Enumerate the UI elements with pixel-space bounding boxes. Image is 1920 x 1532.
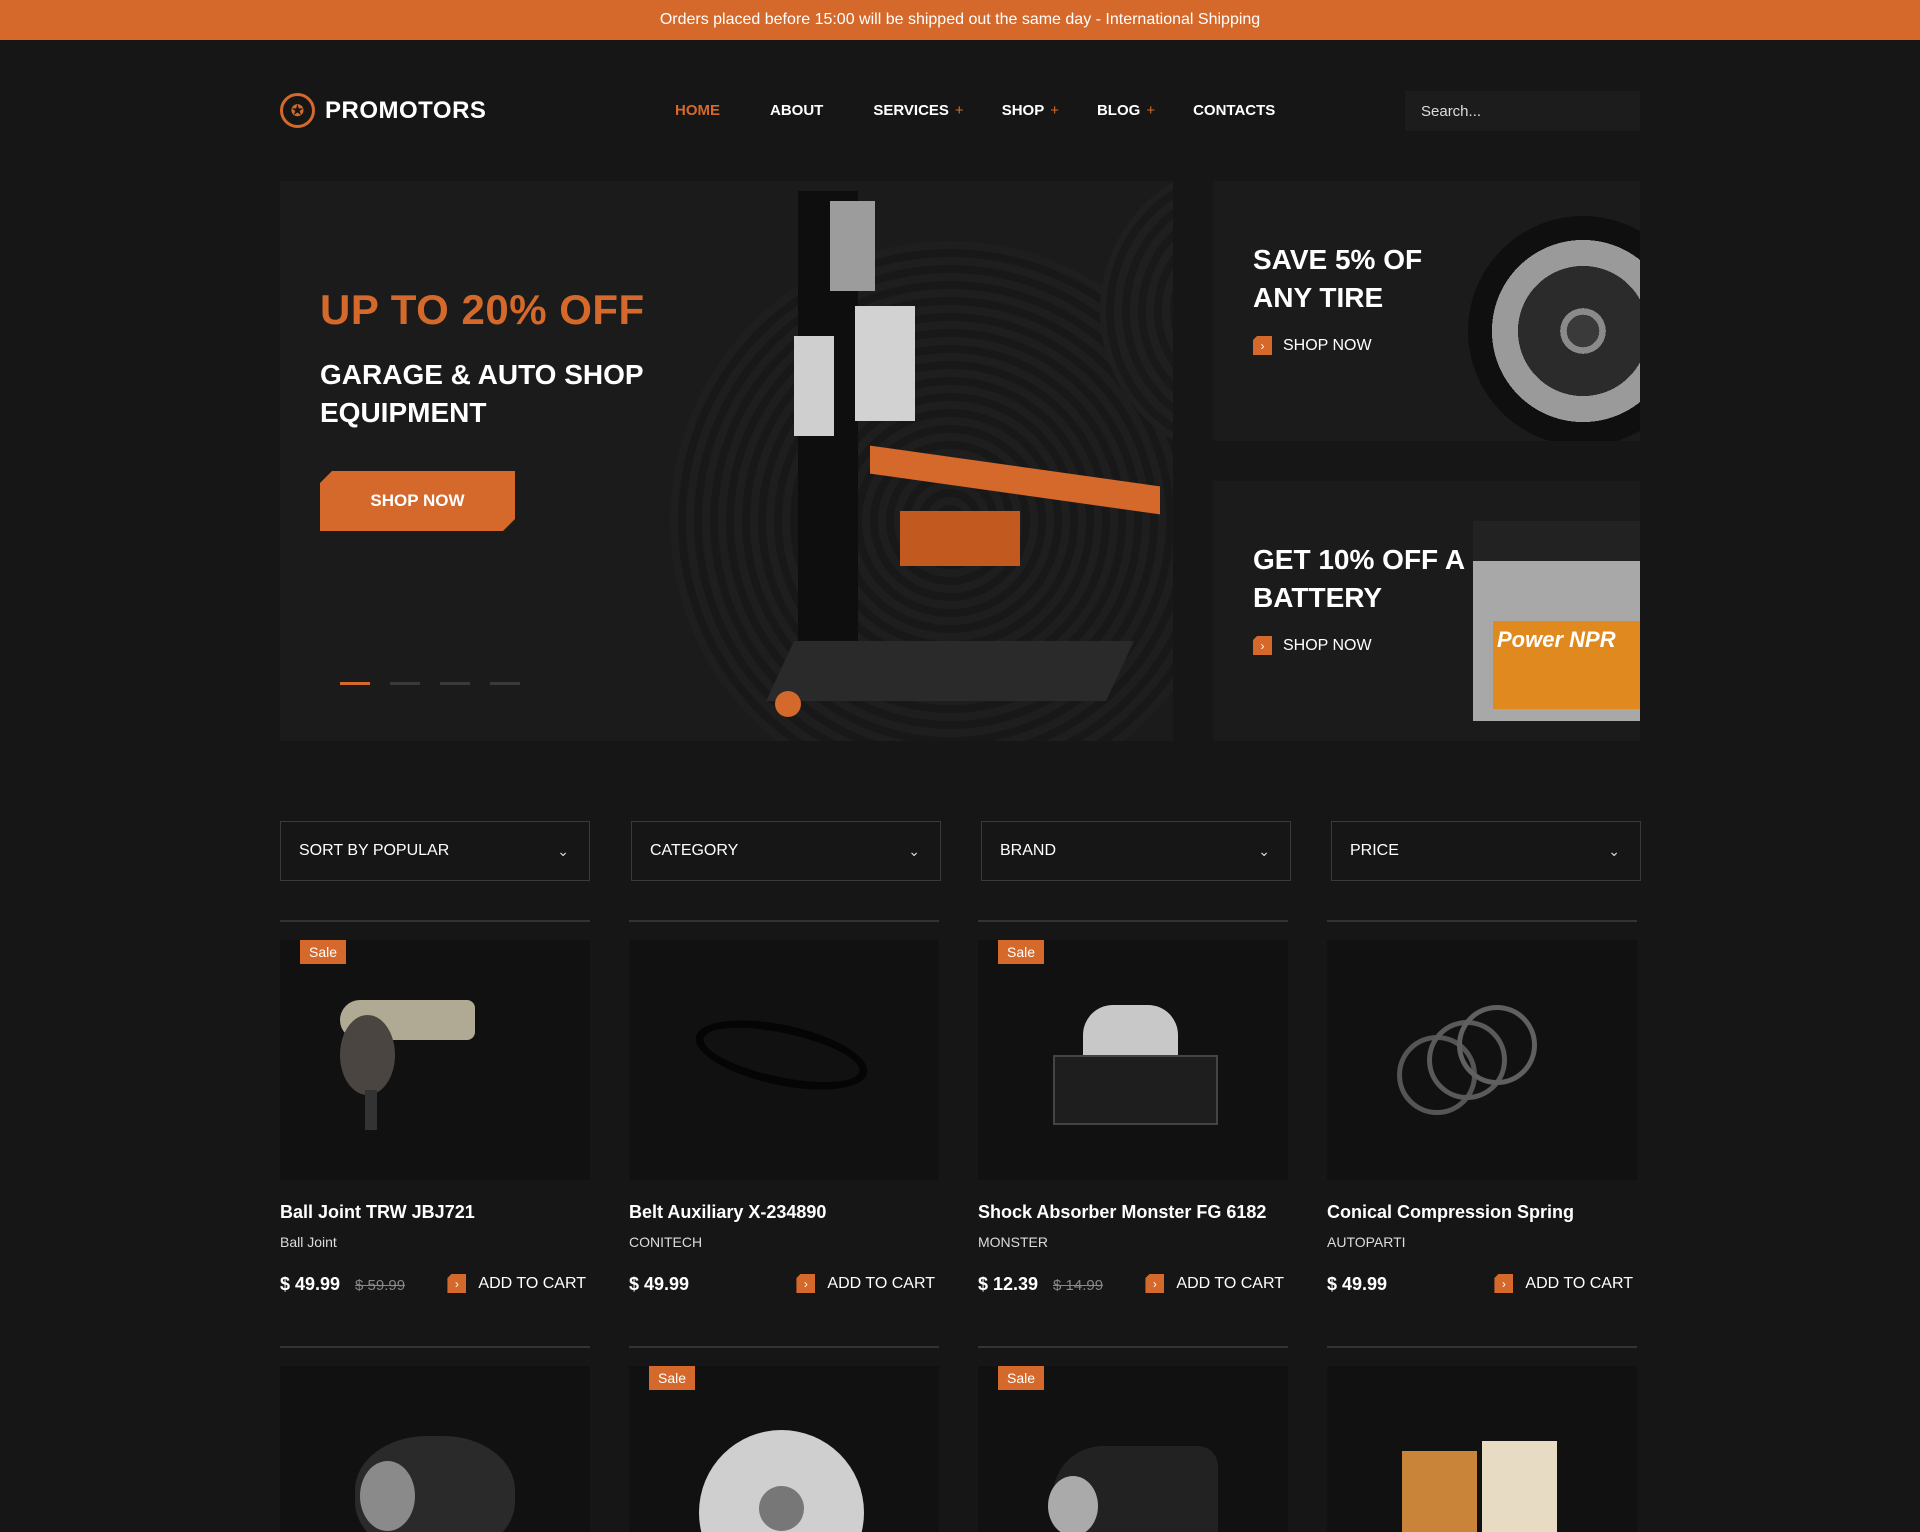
- nav-item-home[interactable]: HOME: [675, 100, 720, 122]
- add-to-cart-button[interactable]: › ADD TO CART: [447, 1274, 586, 1293]
- battery-label: Power NPR: [1493, 621, 1640, 709]
- promo-title: GET 10% OFF A BATTERY: [1253, 544, 1465, 613]
- product-image[interactable]: [280, 940, 590, 1180]
- plus-icon: +: [1146, 102, 1156, 119]
- product-image[interactable]: [629, 940, 939, 1180]
- arrow-right-icon: ›: [796, 1274, 816, 1293]
- logo-text: PROMOTORS: [325, 96, 487, 124]
- slider-dot[interactable]: [340, 682, 370, 685]
- arrow-right-icon: ›: [1145, 1274, 1165, 1293]
- product-card[interactable]: Sale: [978, 1346, 1288, 1532]
- nav-item-shop[interactable]: SHOP +: [1002, 100, 1059, 122]
- dropdown-label: CATEGORY: [650, 842, 739, 859]
- search-input[interactable]: [1405, 91, 1640, 131]
- dropdown-label: SORT BY POPULAR: [299, 842, 450, 859]
- sale-badge: Sale: [998, 1366, 1045, 1390]
- hero-subtitle: GARAGE & AUTO SHOP EQUIPMENT: [320, 359, 644, 428]
- product-image[interactable]: [978, 940, 1288, 1180]
- slider-dot[interactable]: [440, 682, 470, 685]
- sale-badge: Sale: [998, 940, 1045, 964]
- promo-shop-now-link[interactable]: › SHOP NOW: [1253, 336, 1372, 355]
- battery-image: Power NPR: [1473, 521, 1640, 721]
- nav-item-blog[interactable]: BLOG +: [1097, 100, 1155, 122]
- tire-image: [1468, 216, 1640, 441]
- product-brand: CONITECH: [629, 1234, 703, 1250]
- slider-dot[interactable]: [490, 682, 520, 685]
- nav-item-services[interactable]: SERVICES +: [873, 100, 963, 122]
- promo-shop-now-link[interactable]: › SHOP NOW: [1253, 636, 1372, 655]
- product-old-price: $ 59.99: [355, 1277, 406, 1294]
- arrow-right-icon: ›: [1253, 636, 1272, 655]
- nav-item-contacts[interactable]: CONTACTS: [1193, 100, 1275, 122]
- arrow-right-icon: ›: [447, 1274, 467, 1293]
- product-price: $ 49.99: [280, 1274, 341, 1294]
- link-label: SHOP NOW: [1283, 336, 1372, 354]
- cart-label: ADD TO CART: [827, 1274, 935, 1292]
- product-price: $ 49.99: [1327, 1274, 1388, 1294]
- car-lift-image: [730, 181, 1170, 741]
- product-card[interactable]: Sale: [629, 1346, 939, 1532]
- promo-title: SAVE 5% OF ANY TIRE: [1253, 244, 1423, 313]
- logo-wheel-icon: ✪: [280, 93, 315, 128]
- main-nav: HOME ABOUT SERVICES + SHOP + BLOG + CONTACT…: [675, 100, 1325, 122]
- link-label: SHOP NOW: [1283, 636, 1372, 654]
- slider-dots: [340, 682, 520, 685]
- sale-badge: Sale: [300, 940, 347, 964]
- product-name[interactable]: Conical Compression Spring: [1327, 1202, 1574, 1223]
- product-image[interactable]: [1327, 940, 1637, 1180]
- hero-title: UP TO 20% OFF: [320, 286, 645, 333]
- product-image[interactable]: [1327, 1366, 1637, 1532]
- price-dropdown[interactable]: PRICE ⌄: [1331, 821, 1641, 881]
- chevron-down-icon: ⌄: [908, 842, 920, 859]
- add-to-cart-button[interactable]: › ADD TO CART: [1494, 1274, 1633, 1293]
- chevron-down-icon: ⌄: [557, 842, 569, 859]
- product-brand: AUTOPARTI: [1327, 1234, 1406, 1250]
- product-name[interactable]: Belt Auxiliary X-234890: [629, 1202, 826, 1223]
- product-name[interactable]: Ball Joint TRW JBJ721: [280, 1202, 475, 1223]
- cart-label: ADD TO CART: [1176, 1274, 1284, 1292]
- promo-tire: SAVE 5% OF ANY TIRE › SHOP NOW: [1213, 181, 1640, 441]
- product-price: $ 12.39: [978, 1274, 1039, 1294]
- announcement-bar: Orders placed before 15:00 will be shipp…: [0, 0, 1920, 40]
- site-logo[interactable]: ✪ PROMOTORS: [280, 93, 486, 128]
- plus-icon: +: [954, 102, 964, 119]
- dropdown-label: BRAND: [1000, 842, 1057, 859]
- add-to-cart-button[interactable]: › ADD TO CART: [1145, 1274, 1284, 1293]
- category-dropdown[interactable]: CATEGORY ⌄: [631, 821, 941, 881]
- cart-label: ADD TO CART: [1525, 1274, 1633, 1292]
- product-old-price: $ 14.99: [1053, 1277, 1104, 1294]
- chevron-down-icon: ⌄: [1258, 842, 1270, 859]
- product-name[interactable]: Shock Absorber Monster FG 6182: [978, 1202, 1266, 1223]
- hero-banner: UP TO 20% OFF GARAGE & AUTO SHOP EQUIPME…: [280, 181, 1173, 741]
- hero-shop-now-button[interactable]: SHOP NOW: [320, 471, 515, 531]
- dropdown-label: PRICE: [1350, 842, 1399, 859]
- arrow-right-icon: ›: [1494, 1274, 1514, 1293]
- product-card[interactable]: [280, 1346, 590, 1532]
- product-image[interactable]: [629, 1366, 939, 1532]
- add-to-cart-button[interactable]: › ADD TO CART: [796, 1274, 935, 1293]
- product-card[interactable]: [1327, 1346, 1637, 1532]
- product-image[interactable]: [978, 1366, 1288, 1532]
- sort-dropdown[interactable]: SORT BY POPULAR ⌄: [280, 821, 590, 881]
- arrow-right-icon: ›: [1253, 336, 1272, 355]
- cart-label: ADD TO CART: [478, 1274, 586, 1292]
- brand-dropdown[interactable]: BRAND ⌄: [981, 821, 1291, 881]
- product-brand: MONSTER: [978, 1234, 1048, 1250]
- nav-item-about[interactable]: ABOUT: [770, 100, 823, 122]
- product-image[interactable]: [280, 1366, 590, 1532]
- promo-battery: Power NPR GET 10% OFF A BATTERY › SHOP N…: [1213, 481, 1640, 741]
- chevron-down-icon: ⌄: [1608, 842, 1620, 859]
- product-price: $ 49.99: [629, 1274, 690, 1294]
- slider-dot[interactable]: [390, 682, 420, 685]
- product-brand: Ball Joint: [280, 1234, 337, 1250]
- plus-icon: +: [1050, 102, 1059, 119]
- sale-badge: Sale: [649, 1366, 696, 1390]
